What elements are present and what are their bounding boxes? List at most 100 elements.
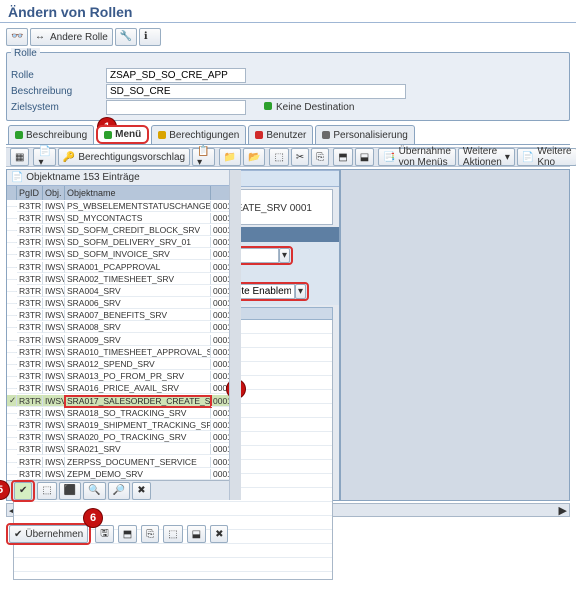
col-objname[interactable]: Objektname <box>65 186 211 200</box>
other-view-button[interactable]: 👓 <box>6 28 28 46</box>
band-label: Weitere Kno <box>537 146 571 168</box>
band-btn[interactable]: ⬓ <box>355 148 374 166</box>
tab-berechtigungen[interactable]: Berechtigungen <box>151 125 246 144</box>
target-field[interactable] <box>106 100 246 115</box>
table-row[interactable]: R3TRIWSVSRA020_PO_TRACKING_SRV0001 <box>7 432 241 444</box>
more-node-button[interactable]: 📄Weitere Kno <box>517 148 576 166</box>
obj-bottom-bar: ✔ ⬚ ⬛ 🔍 🔎 ✖ 5 <box>7 480 241 500</box>
band-btn[interactable]: ⬚ <box>269 148 288 166</box>
dest-dot <box>264 102 272 113</box>
band-btn[interactable]: 📁 <box>219 148 241 166</box>
band-label: Übernahme von Menüs <box>399 146 451 168</box>
table-row[interactable]: R3TRIWSVSRA004_SRV0001 <box>7 285 241 297</box>
table-row[interactable]: R3TRIWSVSRA018_SO_TRACKING_SRV0001 <box>7 407 241 419</box>
table-row[interactable]: R3TRIWSVSRA002_TIMESHEET_SRV0001 <box>7 273 241 285</box>
table-row[interactable]: R3TRIWSVSRA006_SRV0001 <box>7 298 241 310</box>
auth-proposal-button[interactable]: 🔑Berechtigungsvorschlag <box>58 148 190 166</box>
table-row[interactable]: R3TRIWSVSRA008_SRV0001 <box>7 322 241 334</box>
footer-bar: ✔ Übernehmen 🖫 ⬒ ⎘ ⬚ ⬓ ✖ 6 <box>6 523 570 545</box>
desc-field[interactable] <box>106 84 406 99</box>
callout-5: 5 <box>0 481 9 499</box>
tab-label: Benutzer <box>266 130 306 141</box>
ok-button[interactable]: ✔ <box>14 482 32 500</box>
table-row[interactable]: R3TRIWSVSD_SOFM_DELIVERY_SRV_010001 <box>7 237 241 249</box>
table-row[interactable]: R3TRIWSVSRA013_PO_FROM_PR_SRV0001 <box>7 371 241 383</box>
divider <box>0 22 576 23</box>
table-row[interactable]: R3TRIWSVSRA009_SRV0001 <box>7 334 241 346</box>
table-row[interactable]: R3TRIWSVSRA019_SHIPMENT_TRACKING_SRV0001 <box>7 419 241 431</box>
band-label: Berechtigungsvorschlag <box>78 152 185 163</box>
other-role-label: Andere Rolle <box>50 32 108 43</box>
footer-close-button[interactable]: ✖ <box>210 525 228 543</box>
band-btn[interactable]: ⬒ <box>333 148 352 166</box>
band-btn[interactable]: 📋▾ <box>192 148 214 166</box>
dot-icon <box>104 131 112 139</box>
menu-takeover-button[interactable]: 📑Übernahme von Menüs <box>378 148 456 166</box>
dest-label: Keine Destination <box>276 102 354 113</box>
glasses-icon: 👓 <box>11 31 23 43</box>
info-icon: ℹ <box>144 31 156 43</box>
table-row[interactable]: R3TRIWSVSD_SOFM_INVOICE_SRV0001 <box>7 249 241 261</box>
tab-bar: Beschreibung Menü Berechtigungen Benutze… <box>6 125 570 145</box>
footer-btn[interactable]: ⬒ <box>118 525 137 543</box>
scrollbar[interactable] <box>229 170 241 500</box>
tab-beschreibung[interactable]: Beschreibung <box>8 125 94 144</box>
table-row[interactable]: R3TRIWSVSRA010_TIMESHEET_APPROVAL_SRV000… <box>7 346 241 358</box>
arrow-icon: ↔ <box>35 31 47 43</box>
obj-title: 📄 Objektname 153 Einträge <box>7 170 241 186</box>
band-btn[interactable]: 📂 <box>243 148 265 166</box>
action-band: ▦ 📄▾ 🔑Berechtigungsvorschlag 📋▾ 📁 📂 ⬚ ✂ … <box>6 147 570 167</box>
table-row[interactable]: R3TRIWSVZEPM_DEMO_SRV0001 <box>7 468 241 480</box>
tab-benutzer[interactable]: Benutzer <box>248 125 313 144</box>
role-field[interactable] <box>106 68 246 83</box>
col-pgid[interactable]: PgID <box>17 186 43 200</box>
band-btn[interactable]: 📄▾ <box>33 148 55 166</box>
table-row[interactable]: ✓R3TRIWSVSRA017_SALESORDER_CREATE_SRV000… <box>7 395 241 407</box>
table-row[interactable]: R3TRIWSVSRA012_SPEND_SRV0001 <box>7 358 241 370</box>
bar-btn[interactable]: 🔍 <box>83 482 105 500</box>
group-legend: Rolle <box>11 48 40 59</box>
toolbar-btn-a[interactable]: 🔧 <box>115 28 137 46</box>
band-btn[interactable]: ⎘ <box>311 148 329 166</box>
footer-btn[interactable]: ⎘ <box>141 525 159 543</box>
dot-icon <box>15 131 23 139</box>
band-btn[interactable]: ▦ <box>10 148 29 166</box>
top-toolbar: 👓 ↔Andere Rolle 🔧 ℹ <box>0 26 576 48</box>
tab-label: Menü <box>115 129 141 140</box>
f4-button[interactable]: ▾ <box>295 284 306 299</box>
bar-btn[interactable]: ⬛ <box>59 482 81 500</box>
footer-btn[interactable]: ⬚ <box>163 525 182 543</box>
other-role-button[interactable]: ↔Andere Rolle <box>30 28 113 46</box>
bar-btn[interactable]: ⬚ <box>37 482 56 500</box>
tool-icon: 🔧 <box>120 31 132 43</box>
tab-menu[interactable]: Menü <box>96 125 149 144</box>
dot-icon <box>158 131 166 139</box>
dot-icon <box>255 131 263 139</box>
apply-label: Übernehmen <box>25 529 83 540</box>
table-row[interactable]: R3TRIWSVSRA021_SRV0001 <box>7 444 241 456</box>
more-actions-button[interactable]: Weitere Aktionen▾ <box>458 148 515 166</box>
table-row[interactable]: R3TRIWSVSRA007_BENEFITS_SRV0001 <box>7 310 241 322</box>
tab-personalisierung[interactable]: Personalisierung <box>315 125 415 144</box>
band-btn[interactable]: ✂ <box>291 148 309 166</box>
col-obj[interactable]: Obj. <box>43 186 65 200</box>
table-row[interactable]: R3TRIWSVSRA001_PCAPPROVAL0001 <box>7 261 241 273</box>
footer-btn[interactable]: ⬓ <box>187 525 206 543</box>
f4-button[interactable]: ▾ <box>279 248 290 263</box>
right-pane: 📄 Objektname 153 Einträge PgIDObj.Objekt… <box>7 170 241 500</box>
footer-btn[interactable]: 🖫 <box>95 525 114 543</box>
table-row[interactable]: R3TRIWSVSRA016_PRICE_AVAIL_SRV0001 <box>7 383 241 395</box>
apply-button[interactable]: ✔ Übernehmen <box>9 525 88 543</box>
callout-6: 6 <box>84 509 102 527</box>
toolbar-btn-b[interactable]: ℹ <box>139 28 161 46</box>
split-pane: Hierarchie ▸ 📁 Menü der Rolle 📄 R3TR IWS… <box>6 169 570 501</box>
table-row[interactable]: R3TRIWSVPS_WBSELEMENTSTATUSCHANGE_SRV000… <box>7 200 241 212</box>
table-row[interactable]: R3TRIWSVSD_MYCONTACTS0001 <box>7 212 241 224</box>
bar-btn[interactable]: 🔎 <box>108 482 130 500</box>
close-button[interactable]: ✖ <box>132 482 150 500</box>
table-row[interactable]: R3TRIWSVSD_SOFM_CREDIT_BLOCK_SRV0001 <box>7 224 241 236</box>
dot-icon <box>322 131 330 139</box>
obj-body[interactable]: R3TRIWSVPS_WBSELEMENTSTATUSCHANGE_SRV000… <box>7 200 241 480</box>
table-row[interactable]: R3TRIWSVZERPSS_DOCUMENT_SERVICE0001 <box>7 456 241 468</box>
role-group: Rolle Rolle Beschreibung ZielsystemKeine… <box>6 52 570 121</box>
